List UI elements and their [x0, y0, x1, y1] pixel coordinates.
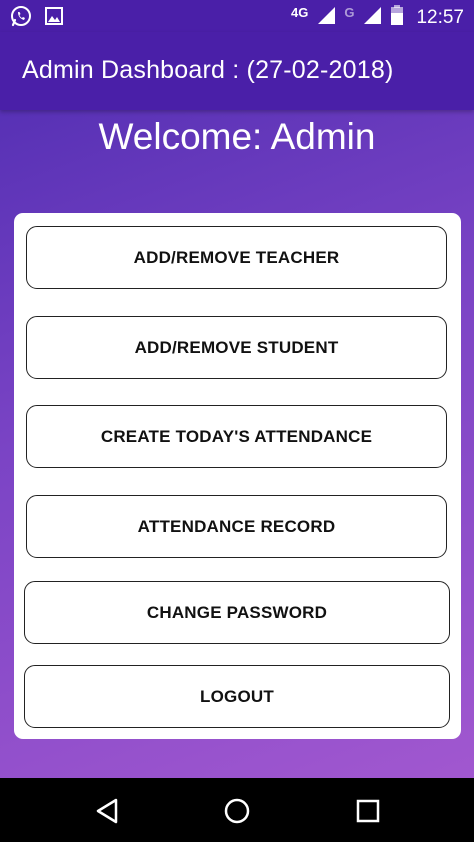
home-icon[interactable]	[222, 796, 252, 826]
create-attendance-button[interactable]: CREATE TODAY'S ATTENDANCE	[26, 405, 447, 468]
change-password-button[interactable]: CHANGE PASSWORD	[24, 581, 450, 644]
add-remove-student-button[interactable]: ADD/REMOVE STUDENT	[26, 316, 447, 379]
welcome-text: Welcome: Admin	[98, 116, 376, 157]
app-bar: Admin Dashboard : (27-02-2018)	[0, 32, 474, 110]
signal-icon	[316, 5, 336, 30]
network-g-label: G	[344, 5, 355, 20]
attendance-record-button[interactable]: ATTENDANCE RECORD	[26, 495, 447, 558]
menu-card: ADD/REMOVE TEACHER ADD/REMOVE STUDENT CR…	[14, 213, 461, 739]
back-icon[interactable]	[92, 796, 122, 826]
battery-icon	[390, 4, 404, 31]
status-time: 12:57	[416, 6, 464, 28]
network-4g-label: 4G	[290, 5, 309, 20]
screen: 4G G 12:57 Admin Dashboard : (27-02-2018…	[0, 0, 474, 842]
signal-icon	[362, 5, 382, 30]
image-icon	[44, 5, 64, 32]
navigation-bar	[0, 778, 474, 842]
add-remove-teacher-button[interactable]: ADD/REMOVE TEACHER	[26, 226, 447, 289]
recents-icon[interactable]	[353, 796, 383, 826]
status-bar: 4G G 12:57	[0, 0, 474, 32]
whatsapp-icon	[10, 5, 32, 32]
logout-button[interactable]: LOGOUT	[24, 665, 450, 728]
page-title: Admin Dashboard : (27-02-2018)	[22, 56, 394, 84]
